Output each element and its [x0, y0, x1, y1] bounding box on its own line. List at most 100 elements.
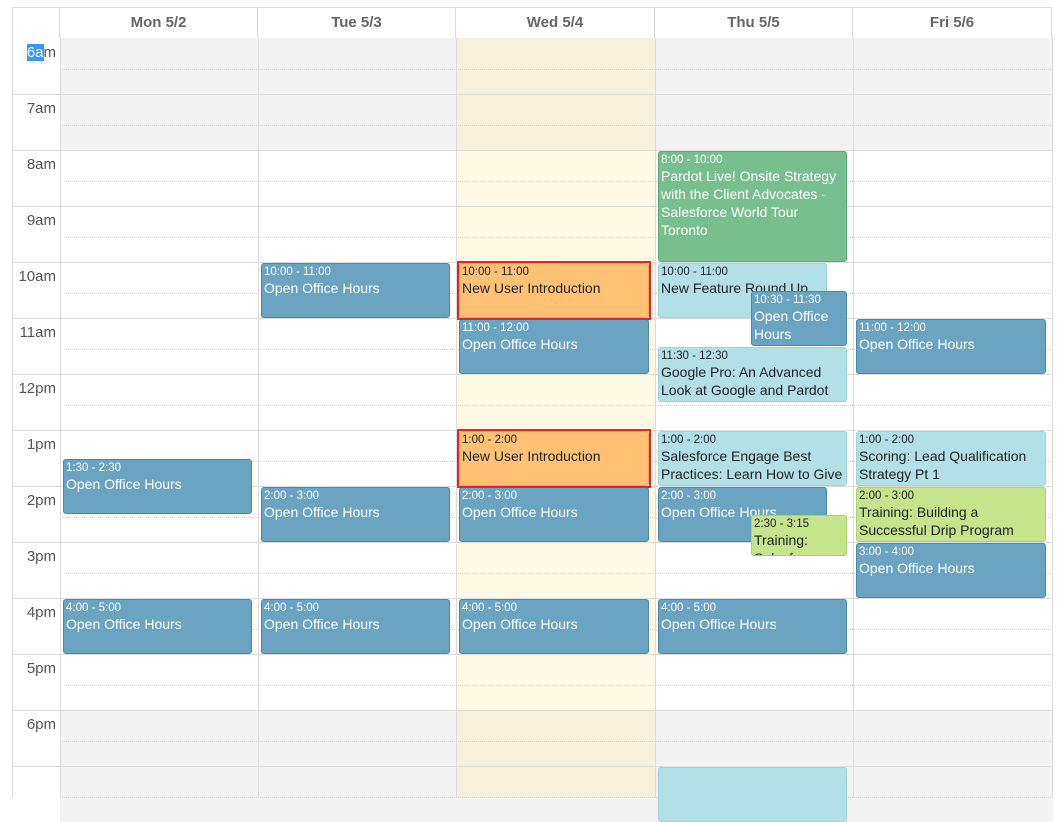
event-time: 2:00 - 3:00: [462, 490, 517, 502]
event-time: 11:00 - 12:00: [859, 322, 926, 334]
time-label: 3pm: [26, 548, 56, 565]
week-calendar: Mon 5/2 Tue 5/3 Wed 5/4 Thu 5/5 Fri 5/6 …: [12, 7, 1053, 822]
time-label: 6pm: [26, 716, 56, 733]
event-time: 2:00 - 3:00: [661, 490, 716, 502]
event-title: New User Introduction: [462, 280, 601, 296]
event-title: Scoring: Lead Qualification Strategy Pt …: [859, 448, 1027, 482]
calendar-event[interactable]: 2:00 - 3:00 Training: Building a Successf…: [856, 487, 1046, 542]
event-time: 4:00 - 5:00: [661, 602, 716, 614]
event-time: 2:00 - 3:00: [264, 490, 319, 502]
event-time: 8:00 - 10:00: [661, 154, 723, 166]
day-header-wed[interactable]: Wed 5/4: [456, 7, 655, 38]
time-grid[interactable]: 6am 7am 8am 9am 10am 11am 12pm 1pm 2pm 3pm 4pm 5pm 6…: [12, 38, 1053, 822]
time-label: 7am: [26, 100, 56, 117]
event-title: New User Introduction: [462, 448, 601, 464]
hour-line: [13, 766, 1053, 767]
day-header-thu[interactable]: Thu 5/5: [655, 7, 853, 38]
event-title: Open Office Hours: [264, 280, 380, 296]
calendar-event[interactable]: 4:00 - 5:00 Open Office Hours: [63, 599, 252, 654]
half-hour-line: [60, 125, 1053, 126]
day-header-fri[interactable]: Fri 5/6: [853, 7, 1052, 38]
event-title: Salesforce Engage Best Practices: Learn …: [661, 448, 843, 482]
calendar-event[interactable]: 1:00 - 2:00 New User Introduction: [459, 431, 649, 486]
time-label: 10am: [18, 268, 56, 285]
calendar-event[interactable]: 10:00 - 11:00 Open Office Hours: [261, 263, 450, 318]
event-time: 10:00 - 11:00: [661, 266, 728, 278]
event-time: 1:30 - 2:30: [66, 462, 121, 474]
column-divider: [655, 38, 656, 798]
calendar-event[interactable]: 3:00 - 4:00 Open Office Hours: [856, 543, 1046, 598]
time-label: 5pm: [26, 660, 56, 677]
column-divider: [1052, 38, 1053, 798]
event-title: Open Office Hours: [66, 476, 182, 492]
event-title: Open Office Hours: [66, 616, 182, 632]
calendar-event[interactable]: 10:30 - 11:30 Open Office Hours: [751, 291, 847, 346]
event-title: Google Pro: An Advanced Look at Google a…: [661, 364, 829, 398]
event-title: Open Office Hours: [264, 504, 380, 520]
event-title: Training: Salesforce: [754, 532, 820, 555]
half-hour-line: [60, 237, 1053, 238]
calendar-event[interactable]: 2:30 - 3:15 Training: Salesforce: [751, 515, 847, 556]
time-label: 12pm: [18, 380, 56, 397]
hour-line: [13, 206, 1053, 207]
event-time: 4:00 - 5:00: [66, 602, 121, 614]
calendar-event[interactable]: [658, 767, 847, 822]
time-label: 1pm: [26, 436, 56, 453]
calendar-event[interactable]: 11:00 - 12:00 Open Office Hours: [856, 319, 1046, 374]
event-time: 1:00 - 2:00: [661, 434, 716, 446]
half-hour-line: [60, 741, 1053, 742]
calendar-event[interactable]: 4:00 - 5:00 Open Office Hours: [459, 599, 649, 654]
half-hour-line: [60, 181, 1053, 182]
half-hour-line: [60, 797, 1053, 798]
event-time: 3:00 - 4:00: [859, 546, 914, 558]
half-hour-line: [60, 685, 1053, 686]
text-selection: 6a: [26, 44, 44, 61]
time-label-rest: m: [43, 44, 57, 61]
time-column-header: [12, 7, 60, 38]
time-label: 2pm: [26, 492, 56, 509]
event-title: Open Office Hours: [754, 308, 829, 342]
event-time: 10:00 - 11:00: [462, 266, 529, 278]
time-label: 4pm: [26, 604, 56, 621]
event-title: Open Office Hours: [462, 336, 578, 352]
event-title: Open Office Hours: [661, 616, 777, 632]
time-label: 9am: [26, 212, 56, 229]
event-title: Pardot Live! Onsite Strategy with the Cl…: [661, 168, 837, 238]
calendar-event[interactable]: 10:00 - 11:00 New User Introduction: [459, 263, 649, 318]
calendar-event[interactable]: 4:00 - 5:00 Open Office Hours: [261, 599, 450, 654]
calendar-event[interactable]: 1:30 - 2:30 Open Office Hours: [63, 459, 252, 514]
calendar-event[interactable]: 11:00 - 12:00 Open Office Hours: [459, 319, 649, 374]
event-time: 4:00 - 5:00: [462, 602, 517, 614]
calendar-event[interactable]: 1:00 - 2:00 Scoring: Lead Qualification S…: [856, 431, 1046, 486]
calendar-event[interactable]: 2:00 - 3:00 Open Office Hours: [261, 487, 450, 542]
calendar-event[interactable]: 4:00 - 5:00 Open Office Hours: [658, 599, 847, 654]
event-title: Open Office Hours: [264, 616, 380, 632]
day-header-mon[interactable]: Mon 5/2: [60, 7, 258, 38]
event-title: Open Office Hours: [859, 336, 975, 352]
today-column: [456, 38, 655, 798]
event-time: 10:00 - 11:00: [264, 266, 331, 278]
day-header-tue[interactable]: Tue 5/3: [258, 7, 456, 38]
hour-line: [13, 374, 1053, 375]
half-hour-line: [60, 69, 1053, 70]
event-time: 10:30 - 11:30: [754, 294, 821, 306]
event-time: 4:00 - 5:00: [264, 602, 319, 614]
calendar-event[interactable]: 11:30 - 12:30 Google Pro: An Advanced Loo…: [658, 347, 847, 402]
event-title: Training: Building a Successful Drip Pro…: [859, 504, 1014, 538]
event-time: 1:00 - 2:00: [462, 434, 517, 446]
event-title: Open Office Hours: [462, 504, 578, 520]
time-label: 8am: [26, 156, 56, 173]
calendar-event[interactable]: 8:00 - 10:00 Pardot Live! Onsite Strategy…: [658, 151, 847, 262]
hour-line: [13, 150, 1053, 151]
time-label: 11am: [19, 324, 56, 341]
column-divider: [456, 38, 457, 798]
event-title: Open Office Hours: [462, 616, 578, 632]
hour-line: [13, 710, 1053, 711]
time-label: 6am: [13, 44, 56, 61]
calendar-event[interactable]: 1:00 - 2:00 Salesforce Engage Best Practi…: [658, 431, 847, 486]
hour-line: [13, 94, 1053, 95]
event-time: 2:30 - 3:15: [754, 518, 809, 530]
event-time: 2:00 - 3:00: [859, 490, 914, 502]
calendar-event[interactable]: 2:00 - 3:00 Open Office Hours: [459, 487, 649, 542]
column-divider: [258, 38, 259, 798]
